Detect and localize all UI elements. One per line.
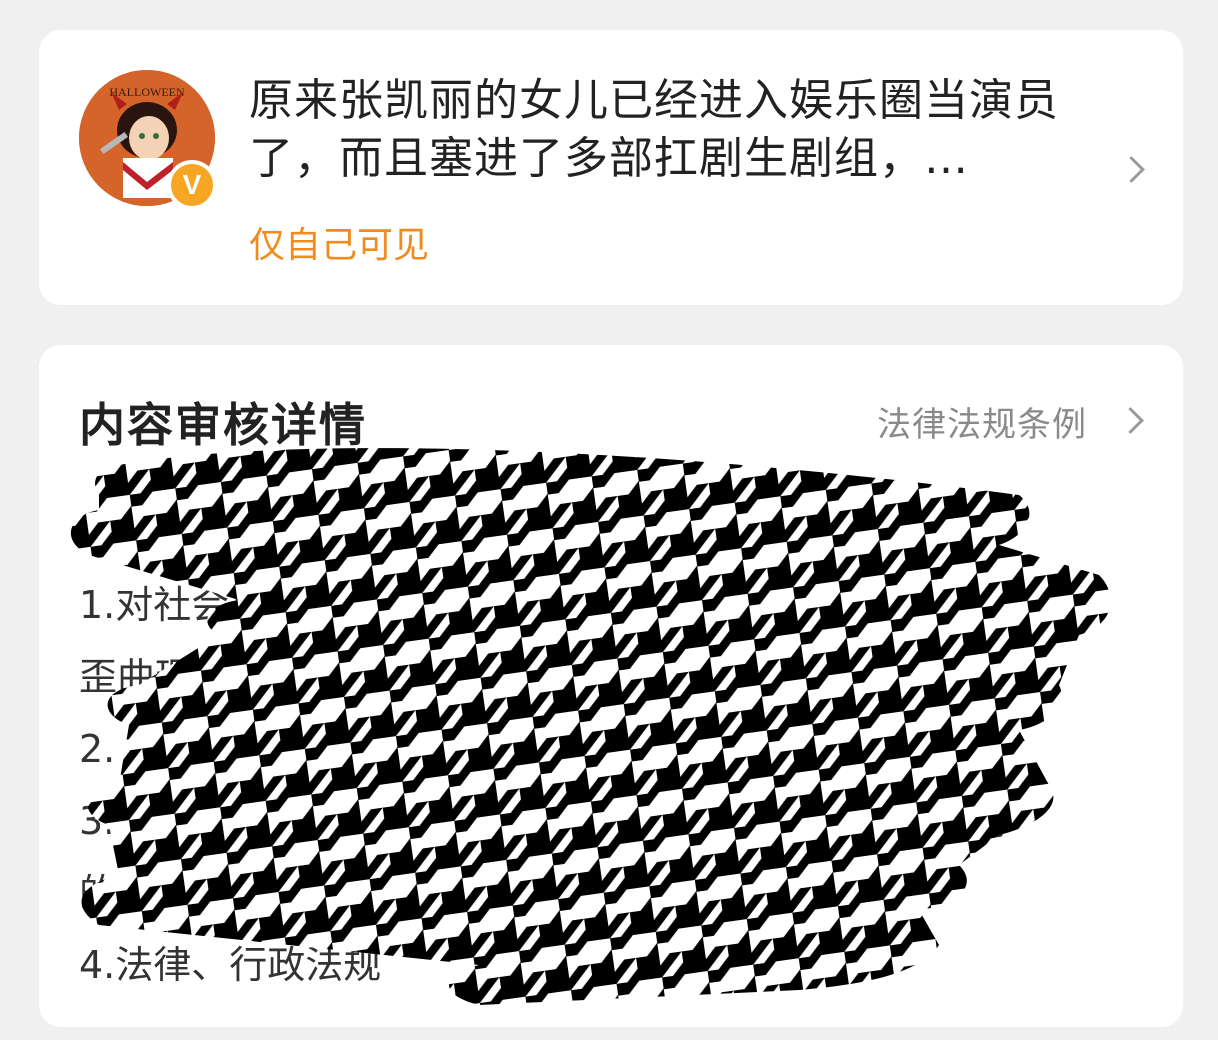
review-title: 内容审核详情 <box>79 398 367 452</box>
svg-text:HALLOWEEN: HALLOWEEN <box>109 85 185 99</box>
review-line: 2. 社会秩序的谣言类内容。 <box>79 727 814 771</box>
post-card[interactable]: HALLOWEEN V 原来张凯丽的女儿已经进入娱乐圈当演员了，而且塞进了多部扛… <box>39 30 1183 305</box>
review-line: 4.法律、行政法规 <box>79 943 382 987</box>
review-line: 歪曲理解 带节奏、攻击嘲讽等的内容。 <box>79 655 1026 699</box>
review-body: 博 1.对社会事件 歪曲理解 带节奏、攻击嘲讽等的内容。 2. 社会秩序的谣言类内容… <box>79 497 1139 1001</box>
post-text[interactable]: 原来张凯丽的女儿已经进入娱乐圈当演员了，而且塞进了多部扛剧生剧组，… <box>249 72 1089 188</box>
rules-link[interactable]: 法律法规条例 <box>877 397 1087 446</box>
verified-badge-icon: V <box>167 160 217 210</box>
review-line: 1.对社会事件 <box>79 583 306 627</box>
review-card: 内容审核详情 法律法规条例 博 1.对社会事件 歪曲理解 带节奏、攻击嘲讽等的内容… <box>39 345 1183 1027</box>
chevron-right-icon[interactable] <box>1117 407 1144 434</box>
review-line: 博 <box>79 511 118 555</box>
review-line: 的 <box>79 871 118 915</box>
review-line: 3.非法集会、结社 秩序 <box>79 799 1018 843</box>
visibility-label: 仅自己可见 <box>249 225 430 266</box>
chevron-right-icon[interactable] <box>1118 156 1145 183</box>
